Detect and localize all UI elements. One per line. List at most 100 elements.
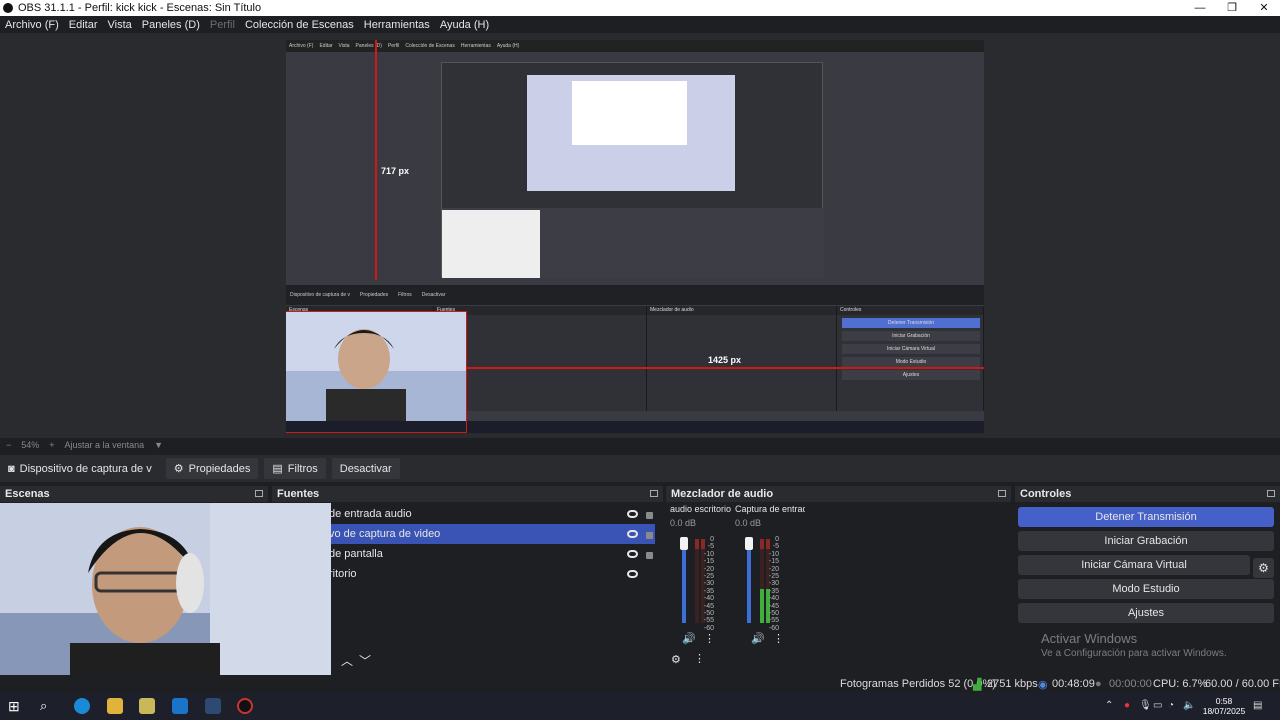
properties-button[interactable]: ⚙ Propiedades — [165, 458, 259, 479]
chevron-up-icon[interactable]: ⌃ — [1105, 700, 1113, 711]
eye-icon[interactable] — [627, 570, 638, 578]
preview-webcam-source[interactable] — [286, 311, 466, 421]
width-guide-line — [466, 367, 984, 369]
store-icon[interactable] — [139, 698, 155, 714]
eye-icon[interactable] — [627, 530, 638, 538]
level-meter — [760, 539, 764, 623]
virtual-camera-gear-icon[interactable]: ⚙ — [1253, 558, 1274, 578]
nested-studio-mode: Modo Estudio — [842, 357, 980, 367]
kebab-menu-icon[interactable]: ⋮ — [704, 632, 715, 645]
activate-windows-title: Activar Windows — [1041, 631, 1138, 646]
menu-ayuda[interactable]: Ayuda (H) — [435, 19, 494, 31]
channel-db: 0.0 dB — [670, 518, 697, 528]
mixer-menu-icon[interactable]: ⋮ — [694, 652, 705, 665]
menu-paneles[interactable]: Paneles (D) — [137, 19, 205, 31]
search-icon[interactable]: ⌕ — [40, 698, 56, 714]
status-bar: Fotogramas Perdidos 52 (0.0%) ▟ 2751 kbp… — [0, 675, 1280, 693]
gear-icon: ⚙ — [173, 463, 184, 475]
windows-start-icon[interactable]: ⊞ — [8, 698, 24, 714]
level-meter — [695, 539, 699, 623]
eye-icon[interactable] — [627, 550, 638, 558]
volume-fader[interactable] — [747, 539, 751, 623]
obs-logo-icon — [3, 3, 13, 13]
stop-stream-button[interactable]: Detener Transmisión — [1018, 507, 1274, 527]
move-down-icon[interactable]: ﹀ — [359, 652, 371, 669]
deactivate-button[interactable]: Desactivar — [331, 458, 400, 479]
preview-canvas[interactable]: Archivo (F) Editar Vista Paneles (D) Perfil C… — [286, 40, 984, 433]
speaker-icon[interactable]: 🔊 — [682, 632, 696, 645]
width-label: 1425 px — [708, 355, 742, 365]
settings-button[interactable]: Ajustes — [1018, 603, 1274, 623]
clock[interactable]: 0:58 18/07/2025 — [1200, 696, 1248, 716]
nested-mixer-dock: Mezclador de audio — [647, 306, 837, 411]
nested-virtual-cam: Iniciar Cámara Virtual — [842, 344, 980, 354]
menu-vista[interactable]: Vista — [103, 19, 137, 31]
zoom-in-button[interactable]: + — [49, 440, 54, 450]
undock-icon[interactable] — [255, 490, 263, 497]
close-button[interactable]: ✕ — [1248, 0, 1280, 16]
lock-icon[interactable] — [646, 552, 653, 559]
microphone-icon[interactable]: 🎙 — [1139, 700, 1152, 711]
zoom-out-button[interactable]: − — [6, 440, 11, 450]
outlook-icon[interactable] — [172, 698, 188, 714]
nested-start-rec: Iniciar Grabación — [842, 331, 980, 341]
person-silhouette — [286, 329, 466, 421]
scenes-title: Escenas — [5, 488, 50, 500]
studio-mode-button[interactable]: Modo Estudio — [1018, 579, 1274, 599]
menu-editar[interactable]: Editar — [64, 19, 103, 31]
filters-button[interactable]: ▤ Filtros — [264, 458, 326, 479]
db-scale: 0 -5 -10 -15 -20 -25 -30 -35 -40 -45 -50 -55 -60 — [703, 536, 714, 632]
eye-icon[interactable] — [627, 510, 638, 518]
undock-icon[interactable] — [650, 490, 658, 497]
edge-icon[interactable] — [74, 698, 90, 714]
title-bar: OBS 31.1.1 - Perfil: kick kick - Escenas… — [0, 0, 1280, 16]
network-icon[interactable]: ◔ — [1168, 700, 1174, 711]
zoom-bar: − 54% + Ajustar a la ventana ▼ — [0, 438, 1280, 452]
preview-area[interactable]: Archivo (F) Editar Vista Paneles (D) Perfil C… — [0, 33, 1280, 438]
display-icon[interactable]: ▭ — [1153, 700, 1162, 711]
record-time: 00:00:00 — [1109, 678, 1152, 690]
undock-icon[interactable] — [998, 490, 1006, 497]
lock-icon[interactable] — [646, 512, 653, 519]
file-explorer-icon[interactable] — [107, 698, 123, 714]
fps-counter: 60.00 / 60.00 FPS — [1205, 678, 1280, 690]
nested-webcam — [442, 210, 540, 278]
camera-icon: ◙ — [8, 462, 15, 475]
person-image — [0, 503, 331, 692]
nested-window — [572, 81, 687, 145]
restore-button[interactable]: ❐ — [1216, 0, 1248, 16]
obs-taskbar-icon[interactable] — [237, 698, 253, 714]
windows-taskbar: ⊞ ⌕ ⌃ ● 🎙 ▭ ◔ 🔈 0:58 18/07/2025 ▤ — [0, 693, 1280, 720]
menu-archivo[interactable]: Archivo (F) — [0, 19, 64, 31]
minimize-button[interactable]: — — [1184, 0, 1216, 16]
source-name: ◙ Dispositivo de captura de v — [8, 462, 152, 475]
menu-herramientas[interactable]: Herramientas — [359, 19, 435, 31]
source-toolbar: ◙ Dispositivo de captura de v ⚙ Propieda… — [0, 455, 1280, 482]
activate-windows-subtitle: Ve a Configuración para activar Windows. — [1041, 648, 1227, 659]
kebab-menu-icon[interactable]: ⋮ — [773, 632, 784, 645]
lock-icon[interactable] — [646, 532, 653, 539]
move-up-icon[interactable]: ︿ — [341, 652, 353, 669]
recording-tray-icon[interactable]: ● — [1124, 700, 1130, 711]
mixer-settings-icon[interactable]: ⚙ — [671, 653, 681, 666]
mixer-channel-capture: Captura de entrad 0.0 dB 0 -5 -10 -15 -20 -25… — [735, 504, 805, 645]
volume-fader[interactable] — [682, 539, 686, 623]
start-recording-button[interactable]: Iniciar Grabación — [1018, 531, 1274, 551]
nested-obs-window — [441, 62, 824, 278]
nested-screen — [527, 75, 735, 191]
volume-icon[interactable]: 🔈 — [1183, 700, 1195, 711]
chevron-down-icon[interactable]: ▼ — [154, 440, 163, 450]
notification-icon[interactable]: ▤ — [1253, 700, 1262, 711]
start-virtual-camera-button[interactable]: Iniciar Cámara Virtual — [1018, 555, 1250, 575]
steam-icon[interactable] — [205, 698, 221, 714]
fader-knob[interactable] — [745, 537, 753, 550]
height-label: 717 px — [381, 166, 410, 176]
height-guide-line — [375, 40, 377, 280]
stream-time: 00:48:09 — [1052, 678, 1095, 690]
fader-knob[interactable] — [680, 537, 688, 550]
menu-bar: Archivo (F) Editar Vista Paneles (D) Per… — [0, 16, 1280, 33]
menu-coleccion-escenas[interactable]: Colección de Escenas — [240, 19, 359, 31]
undock-icon[interactable] — [1267, 490, 1275, 497]
speaker-icon[interactable]: 🔊 — [751, 632, 765, 645]
menu-perfil[interactable]: Perfil — [205, 19, 240, 31]
